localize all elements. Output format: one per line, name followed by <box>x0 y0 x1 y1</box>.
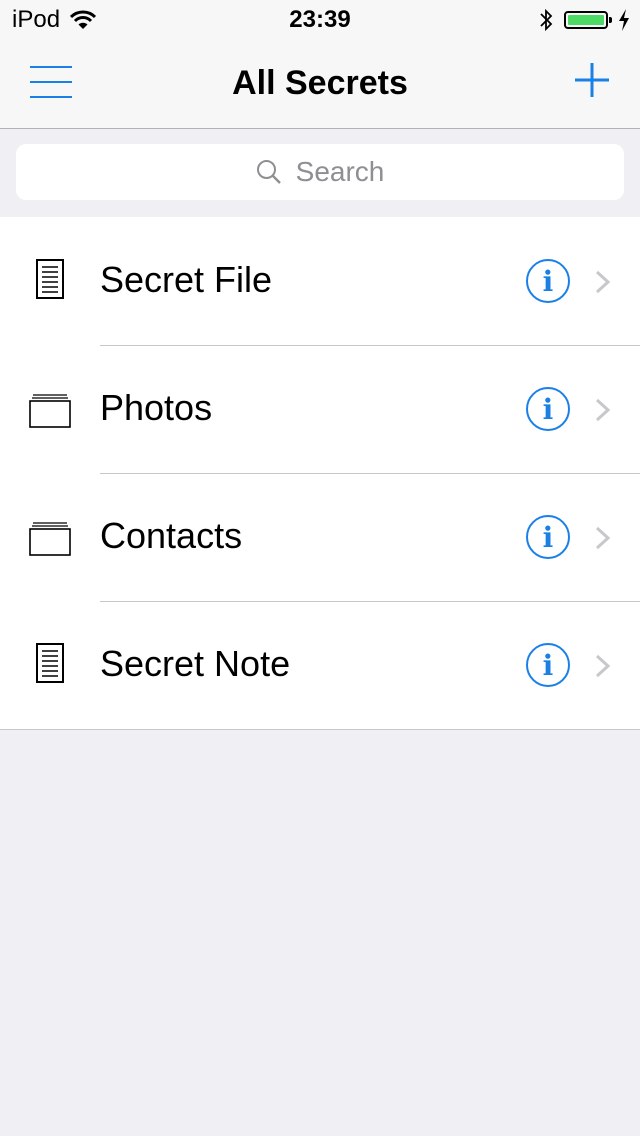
bluetooth-icon <box>540 8 553 32</box>
info-button[interactable]: i <box>526 387 570 431</box>
page-title: All Secrets <box>232 64 408 102</box>
battery-fill <box>568 15 604 25</box>
folder-icon <box>29 522 71 556</box>
info-button[interactable]: i <box>526 515 570 559</box>
status-right <box>538 6 630 34</box>
chevron-right-icon <box>595 526 611 550</box>
document-icon <box>36 259 64 299</box>
info-button[interactable]: i <box>526 259 570 303</box>
folder-icon <box>29 394 71 428</box>
list-item-label: Secret Note <box>100 643 291 684</box>
chevron-right-icon <box>595 654 611 678</box>
status-bar: iPod 23:39 <box>0 0 640 40</box>
search-placeholder: Search <box>295 156 385 187</box>
list-item-label: Secret File <box>100 259 273 300</box>
battery-tip <box>609 17 612 23</box>
chevron-right-icon <box>595 398 611 422</box>
list-item-photos[interactable]: Photos i <box>0 345 640 473</box>
list-item-contacts[interactable]: Contacts i <box>0 473 640 601</box>
document-icon <box>36 643 64 683</box>
navigation-bar: All Secrets <box>0 40 640 129</box>
charging-bolt-icon <box>619 9 629 31</box>
search-icon <box>256 160 281 184</box>
battery-icon <box>564 11 612 29</box>
list-item-secret-note[interactable]: Secret Note i <box>0 601 640 729</box>
list-item-secret-file[interactable]: Secret File i <box>0 217 640 345</box>
chevron-right-icon <box>595 270 611 294</box>
search-input[interactable]: Search <box>16 144 624 200</box>
add-button[interactable] <box>574 62 610 98</box>
list-item-label: Contacts <box>100 515 243 556</box>
secrets-list: Secret File i Photos i Contacts i Secret… <box>0 217 640 730</box>
search-bar: Search <box>0 129 640 218</box>
list-item-label: Photos <box>100 387 213 428</box>
info-button[interactable]: i <box>526 643 570 687</box>
